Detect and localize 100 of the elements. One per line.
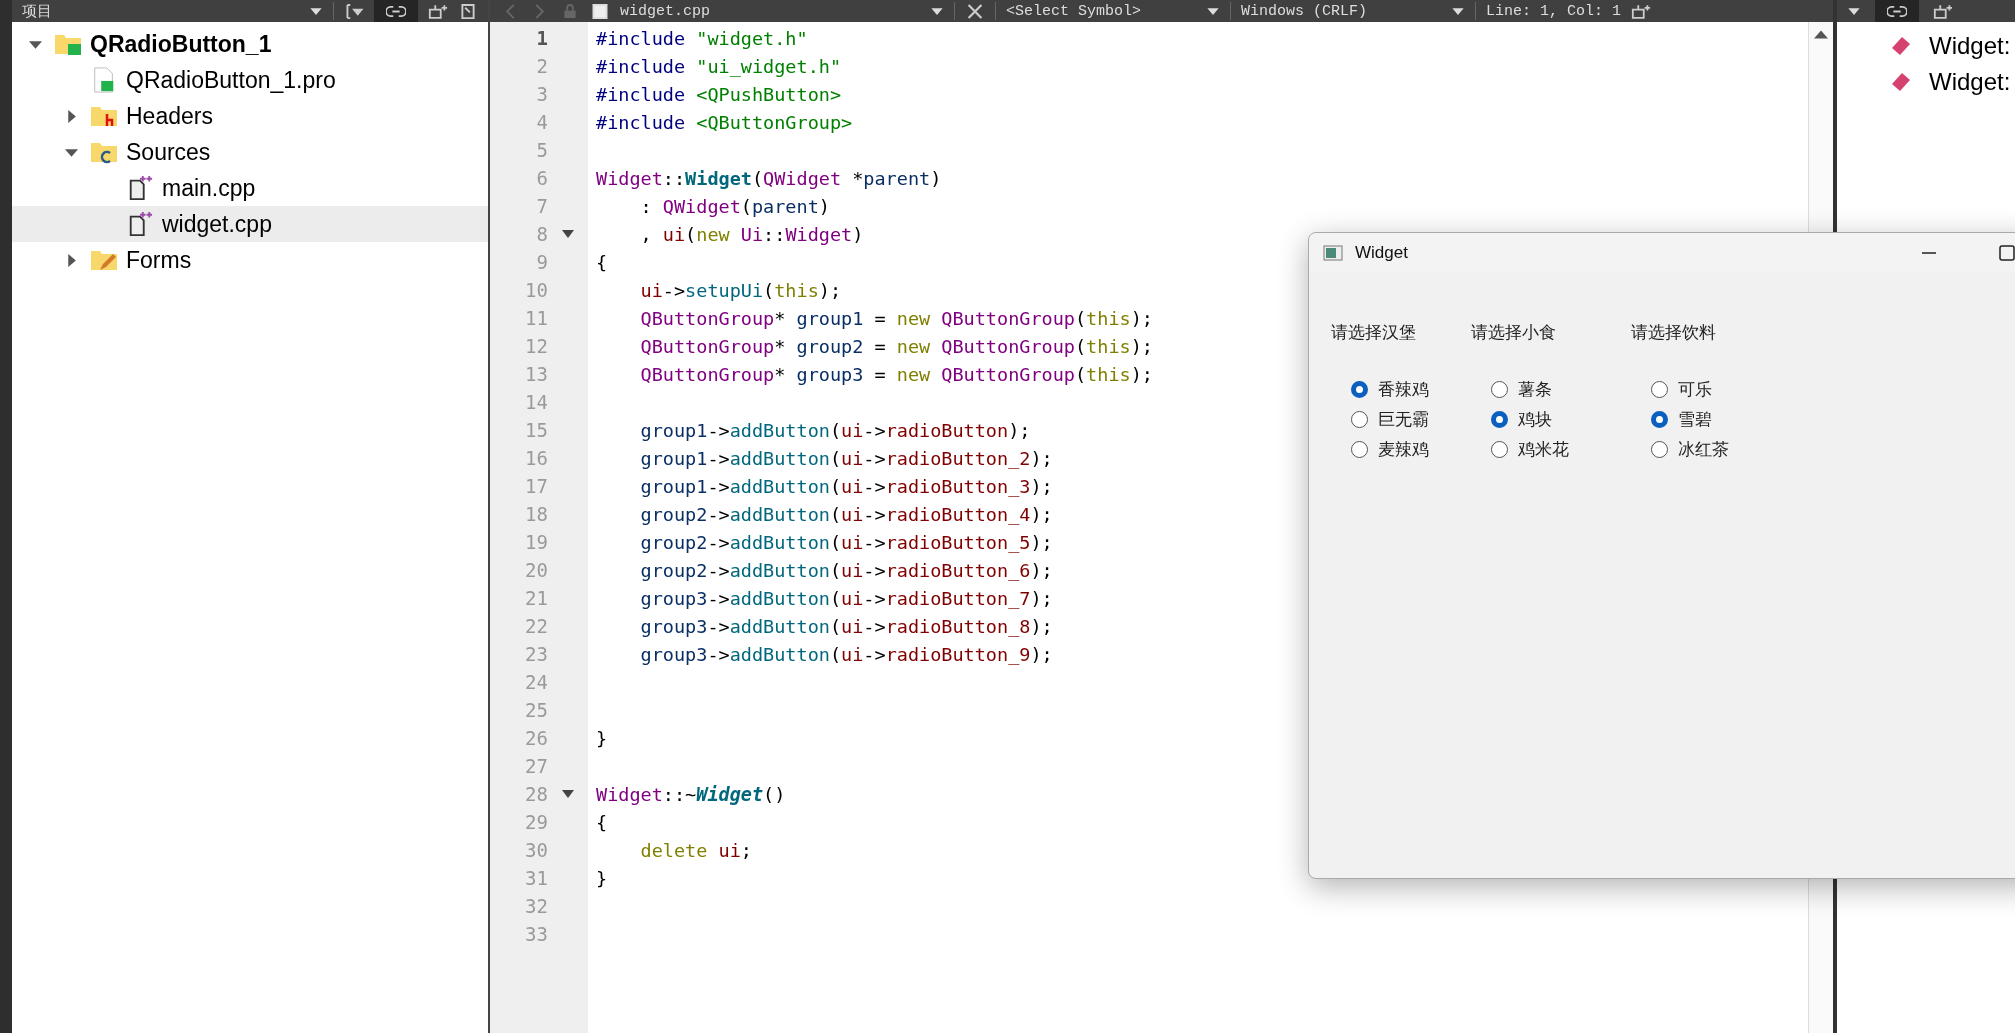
code-line: group3->addButton(ui->radioButton_8);	[639, 615, 1053, 637]
line-number: 24	[524, 671, 548, 693]
line-number: 27	[524, 755, 548, 777]
method-icon	[1889, 72, 1911, 92]
line-number: 28	[524, 783, 548, 805]
line-number: 5	[535, 139, 548, 161]
line-number: 13	[524, 363, 548, 385]
code-line: QButtonGroup* group1 = new QButtonGroup(this);	[639, 307, 1153, 329]
line-number: 14	[524, 391, 548, 413]
code-line: group2->addButton(ui->radioButton_5);	[639, 531, 1053, 553]
outline-item[interactable]: Widget:	[1837, 64, 2015, 100]
group-label: 请选择小食	[1471, 321, 1557, 344]
line-number: 17	[524, 475, 548, 497]
line-number: 11	[524, 307, 548, 329]
tree-item[interactable]: Forms	[12, 242, 488, 278]
line-number: 19	[524, 531, 548, 553]
tree-item[interactable]: Sources	[12, 134, 488, 170]
line-number: 8	[535, 223, 548, 245]
code-line: group1->addButton(ui->radioButton_3);	[639, 475, 1053, 497]
line-number: 32	[524, 895, 548, 917]
scroll-up-icon[interactable]	[1814, 30, 1828, 39]
line-number: 26	[524, 727, 548, 749]
line-number: 2	[535, 55, 548, 77]
code-line: QButtonGroup* group3 = new QButtonGroup(this);	[639, 363, 1153, 385]
line-number: 6	[535, 167, 548, 189]
split-icon[interactable]	[428, 3, 448, 19]
radio-option[interactable]: 巨无霸	[1351, 404, 1429, 434]
line-number: 30	[524, 839, 548, 861]
radio-option[interactable]: 雪碧	[1651, 404, 1712, 434]
link-icon[interactable]	[1887, 3, 1907, 19]
radio-option[interactable]: 麦辣鸡	[1351, 434, 1429, 464]
line-number: 22	[524, 615, 548, 637]
code-line: group3->addButton(ui->radioButton_9);	[639, 643, 1053, 665]
code-line: }	[596, 867, 608, 889]
filter-icon[interactable]	[344, 3, 364, 19]
method-icon	[1889, 36, 1911, 56]
close-icon[interactable]	[965, 3, 985, 19]
code-line: {	[596, 251, 608, 273]
code-line: group3->addButton(ui->radioButton_7);	[639, 587, 1053, 609]
code-line: : QWidget(parent)	[639, 195, 830, 217]
code-line: group2->addButton(ui->radioButton_6);	[639, 559, 1053, 581]
group-label: 请选择饮料	[1631, 321, 1717, 344]
split-icon[interactable]	[1631, 3, 1652, 19]
line-number: 10	[524, 279, 548, 301]
tree-item[interactable]: Headers	[12, 98, 488, 134]
window-icon	[1323, 245, 1343, 261]
radio-option[interactable]: 鸡块	[1491, 404, 1552, 434]
radio-option[interactable]: 可乐	[1651, 374, 1712, 404]
radio-option[interactable]: 薯条	[1491, 374, 1552, 404]
code-line: group1->addButton(ui->radioButton_2);	[639, 447, 1053, 469]
caret-icon[interactable]	[309, 6, 323, 16]
line-number: 18	[524, 503, 548, 525]
code-line: {	[596, 811, 608, 833]
line-number: 25	[524, 699, 548, 721]
radio-option[interactable]: 鸡米花	[1491, 434, 1569, 464]
fold-arrow-icon[interactable]	[562, 230, 574, 238]
symbol-selector[interactable]: <Select Symbol>	[1006, 2, 1196, 20]
line-number: 7	[535, 195, 548, 217]
radio-option[interactable]: 香辣鸡	[1351, 374, 1429, 404]
code-line: QButtonGroup* group2 = new QButtonGroup(this);	[639, 335, 1153, 357]
group-label: 请选择汉堡	[1331, 321, 1417, 344]
outline-item[interactable]: Widget:	[1837, 28, 2015, 64]
line-number: 1	[535, 27, 548, 49]
code-line: ui->setupUi(this);	[639, 279, 842, 301]
code-line: #include "widget.h"	[596, 27, 808, 49]
line-number: 15	[524, 419, 548, 441]
caret-icon[interactable]	[1847, 6, 1861, 16]
tree-item[interactable]: main.cpp	[12, 170, 488, 206]
link-icon[interactable]	[386, 3, 406, 19]
code-line: Widget::~Widget()	[596, 783, 786, 805]
split-icon[interactable]	[1933, 3, 1953, 19]
tree-item[interactable]: QRadioButton_1	[12, 26, 488, 62]
fold-arrow-icon[interactable]	[562, 790, 574, 798]
code-line: Widget::Widget(QWidget *parent)	[596, 167, 942, 189]
code-line: #include "ui_widget.h"	[596, 55, 842, 77]
line-number: 23	[524, 643, 548, 665]
line-number: 33	[524, 923, 548, 945]
radio-option[interactable]: 冰红茶	[1651, 434, 1729, 464]
code-line: , ui(new Ui::Widget)	[639, 223, 864, 245]
code-line: delete ui;	[639, 839, 752, 861]
line-number: 4	[535, 111, 548, 133]
line-number: 20	[524, 559, 548, 581]
line-number: 3	[535, 83, 548, 105]
line-number: 21	[524, 587, 548, 609]
maximize-icon[interactable]	[1999, 245, 2015, 261]
tree-item[interactable]: widget.cpp	[12, 206, 488, 242]
caret-icon[interactable]	[1206, 6, 1220, 16]
caret-icon[interactable]	[1451, 6, 1465, 16]
file-selector[interactable]: widget.cpp	[620, 2, 920, 20]
line-ending-selector[interactable]: Windows (CRLF)	[1241, 2, 1441, 20]
code-line: group1->addButton(ui->radioButton);	[639, 419, 1031, 441]
close-panel-icon[interactable]	[458, 3, 478, 19]
code-line: }	[596, 727, 608, 749]
caret-icon[interactable]	[930, 6, 944, 16]
line-number: 12	[524, 335, 548, 357]
tree-item[interactable]: QRadioButton_1.pro	[12, 62, 488, 98]
code-line: #include <QPushButton>	[596, 83, 842, 105]
line-number: 29	[524, 811, 548, 833]
document-icon	[590, 3, 610, 19]
cursor-position[interactable]: Line: 1, Col: 1	[1486, 2, 1622, 20]
